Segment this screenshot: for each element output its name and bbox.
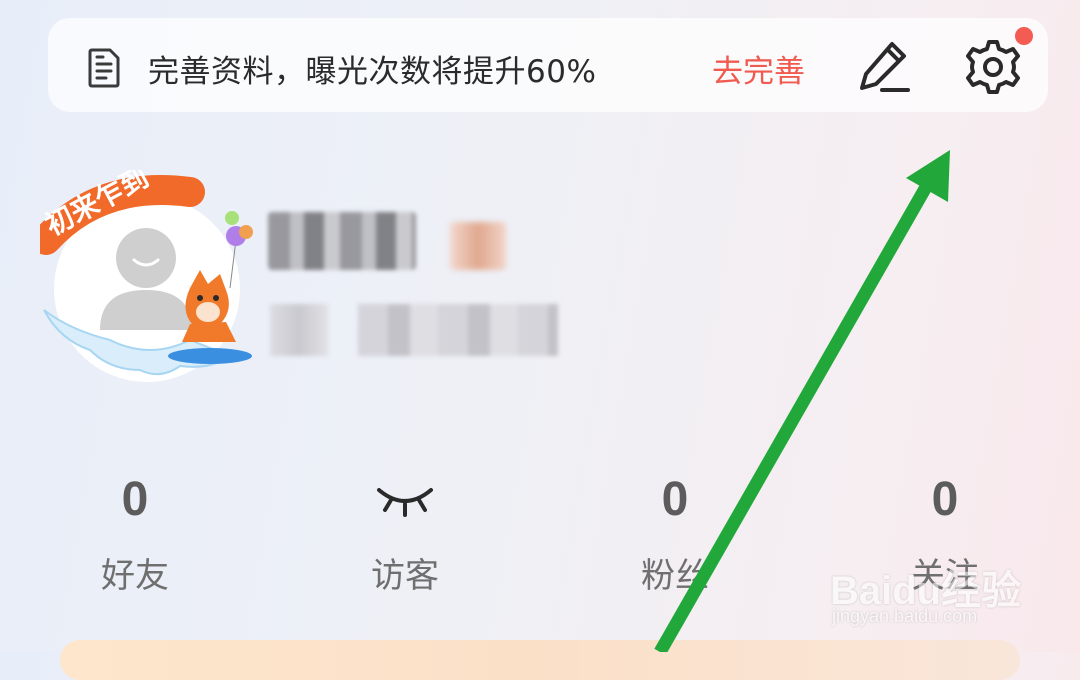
visitors-label: 访客 xyxy=(371,556,439,596)
stat-fans[interactable]: 0 粉丝 xyxy=(595,470,755,597)
stat-visitors[interactable]: 访客 xyxy=(325,470,485,597)
following-count: 0 xyxy=(931,473,959,526)
fans-count: 0 xyxy=(661,473,689,526)
bottom-promo-card[interactable] xyxy=(60,640,1020,680)
fans-label: 粉丝 xyxy=(641,556,709,596)
edit-icon[interactable] xyxy=(856,36,914,94)
watermark-url: jingyan.baidu.com xyxy=(832,606,978,626)
user-id-redacted xyxy=(358,304,558,356)
document-icon xyxy=(88,48,120,88)
complete-profile-link[interactable]: 去完善 xyxy=(712,46,805,91)
settings-icon[interactable] xyxy=(962,36,1024,98)
banner-message: 完善资料，曝光次数将提升60% xyxy=(148,54,597,90)
baidu-watermark: Baidu经验 jingyan.baidu.com xyxy=(830,540,1030,630)
user-tag-redacted xyxy=(450,222,506,270)
user-name-redacted xyxy=(268,212,416,270)
avatar[interactable]: 初来乍到 xyxy=(40,170,260,390)
newcomer-badge: 初来乍到 xyxy=(40,170,205,255)
user-info-redacted xyxy=(270,304,328,356)
friends-label: 好友 xyxy=(101,556,169,596)
stat-friends[interactable]: 0 好友 xyxy=(55,470,215,597)
notification-dot xyxy=(1015,27,1033,45)
closed-eye-icon xyxy=(377,488,433,517)
friends-count: 0 xyxy=(121,473,149,526)
